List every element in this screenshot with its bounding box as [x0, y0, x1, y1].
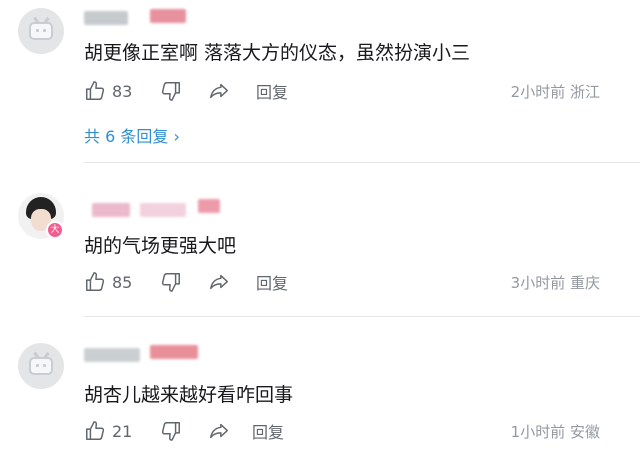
bilibili-tv-icon [29, 22, 53, 40]
ip-location: 安徽 [569, 423, 600, 441]
dislike-button[interactable] [160, 270, 182, 294]
thumbs-up-icon [86, 81, 105, 100]
share-button[interactable] [208, 79, 230, 103]
like-count: 85 [112, 272, 133, 292]
like-button[interactable]: 21 [84, 419, 132, 443]
username-blurred[interactable] [84, 348, 140, 362]
view-replies-link[interactable]: 共 6 条回复 › [84, 123, 180, 147]
user-level-blurred [150, 345, 198, 359]
like-button[interactable]: 83 [84, 79, 132, 103]
user-avatar[interactable] [18, 343, 64, 389]
time-ago: 2小时前 [510, 83, 566, 101]
comment-text: 胡更像正室啊 落落大方的仪态，虽然扮演小三 [84, 42, 471, 64]
user-level-blurred [150, 9, 186, 23]
time-ago: 3小时前 [510, 274, 566, 292]
reply-button[interactable]: 回复 [256, 270, 288, 294]
time-ago: 1小时前 [510, 423, 566, 441]
like-count: 21 [112, 421, 133, 441]
like-count: 83 [112, 81, 133, 101]
share-arrow-icon [210, 423, 228, 439]
comment-item: 大 胡的气场更强大吧 85 回复 3小时前 重庆 [0, 160, 640, 313]
thumbs-up-icon [86, 421, 105, 440]
reply-button[interactable]: 回复 [252, 419, 284, 443]
thumbs-down-icon [161, 422, 180, 441]
dislike-button[interactable] [160, 79, 182, 103]
ip-location: 重庆 [569, 274, 600, 292]
ip-location: 浙江 [569, 83, 600, 101]
username-blurred [140, 203, 186, 217]
thumbs-up-icon [86, 272, 105, 291]
username-blurred[interactable] [92, 203, 130, 217]
like-button[interactable]: 85 [84, 270, 132, 294]
reply-button[interactable]: 回复 [256, 79, 288, 103]
thumbs-down-icon [161, 82, 180, 101]
share-button[interactable] [208, 270, 230, 294]
comment-item: 胡更像正室啊 落落大方的仪态，虽然扮演小三 83 回复 2小时前 浙江 共 6 … [0, 0, 640, 160]
username-blurred[interactable] [84, 11, 128, 25]
comment-meta: 1小时前 安徽 [511, 421, 600, 442]
thumbs-down-icon [161, 273, 180, 292]
bilibili-tv-icon [29, 357, 53, 375]
comment-item: 胡杏儿越来越好看咋回事 21 回复 1小时前 安徽 [0, 313, 640, 461]
vip-badge: 大 [46, 221, 64, 239]
comment-meta: 2小时前 浙江 [511, 81, 600, 102]
user-avatar[interactable] [18, 8, 64, 54]
comment-actions: 21 回复 1小时前 安徽 [84, 419, 640, 443]
share-button[interactable] [208, 419, 230, 443]
share-arrow-icon [210, 83, 228, 99]
user-level-blurred [198, 199, 220, 213]
comment-actions: 85 回复 3小时前 重庆 [84, 270, 640, 294]
comment-actions: 83 回复 2小时前 浙江 [84, 79, 640, 103]
comment-meta: 3小时前 重庆 [511, 272, 600, 293]
comment-text: 胡的气场更强大吧 [84, 235, 237, 257]
share-arrow-icon [210, 274, 228, 290]
dislike-button[interactable] [160, 419, 182, 443]
comment-text: 胡杏儿越来越好看咋回事 [84, 384, 294, 406]
